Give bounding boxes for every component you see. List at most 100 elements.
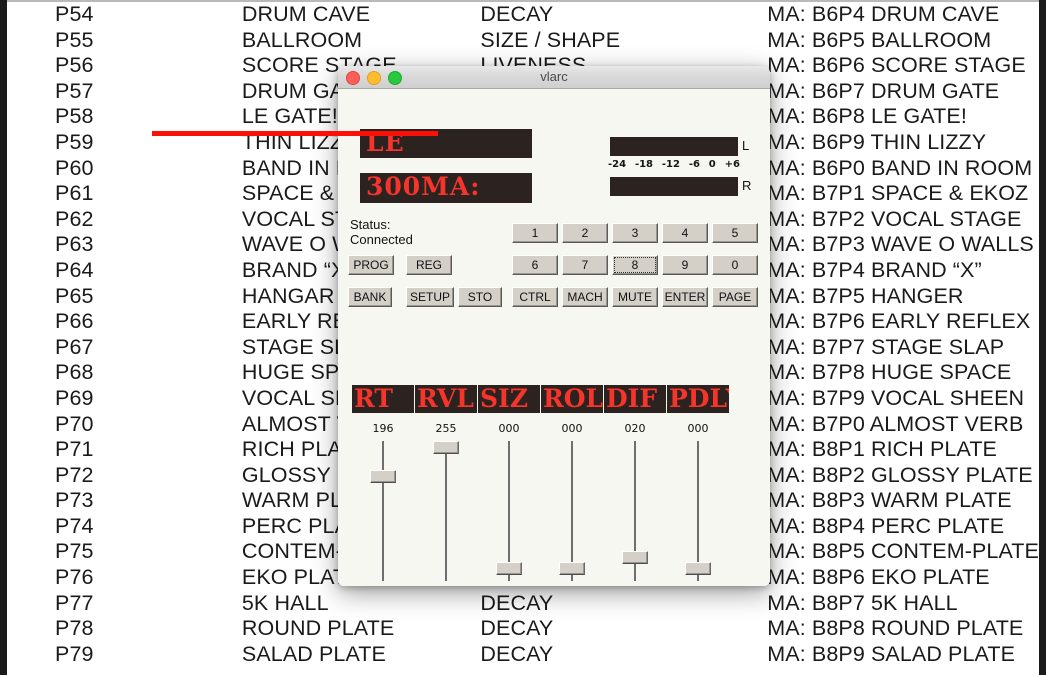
param-value-rvl: 255: [435, 422, 457, 435]
keypad-button-8[interactable]: 8: [612, 255, 658, 275]
mach-button[interactable]: MACH: [562, 287, 608, 307]
cell-preset: P74: [55, 513, 94, 538]
cell-address: MA: B6P6 SCORE STAGE: [767, 53, 1026, 78]
page-button[interactable]: PAGE: [712, 287, 758, 307]
cell-preset: P62: [55, 206, 94, 231]
reg-button[interactable]: REG: [406, 255, 452, 275]
meter-tick: -18: [634, 159, 654, 170]
param-value-dif: 020: [624, 422, 646, 435]
cell-parameter: DECAY: [480, 616, 554, 641]
cell-name: SALAD PLATE: [241, 641, 386, 666]
cell-address: MA: B8P9 SALAD PLATE: [767, 641, 1016, 666]
cell-address: MA: B7P0 ALMOST VERB: [767, 411, 1024, 436]
cell-preset: P61: [55, 181, 94, 206]
param-value-siz: 000: [498, 422, 520, 435]
slider-thumb-dif[interactable]: [622, 551, 648, 565]
setup-button[interactable]: SETUP: [406, 287, 454, 307]
cell-address: MA: B6P5 BALLROOM: [767, 27, 992, 52]
param-label-siz: SIZ: [478, 385, 540, 413]
document-left-edge: [0, 0, 7, 675]
keypad-button-5[interactable]: 5: [712, 223, 758, 243]
keypad-button-2[interactable]: 2: [562, 223, 608, 243]
cell-preset: P68: [55, 360, 94, 385]
meter-tick: +6: [724, 159, 740, 170]
red-underline-annotation: [152, 131, 438, 136]
meter-tick: -12: [661, 159, 680, 170]
connection-status: Status: Connected: [350, 217, 413, 247]
keypad-button-4[interactable]: 4: [662, 223, 708, 243]
keypad-button-7[interactable]: 7: [562, 255, 608, 275]
param-label-rt: RT: [352, 385, 414, 413]
slider-track-rt[interactable]: [382, 441, 384, 581]
window-title-bar[interactable]: vlarc: [338, 66, 770, 89]
keypad-button-3[interactable]: 3: [612, 223, 658, 243]
cell-address: MA: B6P7 DRUM GATE: [767, 78, 1000, 103]
keypad-button-6[interactable]: 6: [512, 255, 558, 275]
cell-preset: P64: [55, 257, 94, 282]
cell-address: MA: B7P8 HUGE SPACE: [767, 360, 1012, 385]
document-right-edge: [1039, 0, 1046, 675]
level-meter-right: [610, 177, 738, 196]
cell-address: MA: B6P8 LE GATE!: [767, 104, 967, 129]
enter-button[interactable]: ENTER: [662, 287, 708, 307]
cell-preset: P60: [55, 155, 94, 180]
keypad-button-1[interactable]: 1: [512, 223, 558, 243]
cell-address: MA: B7P3 WAVE O WALLS: [767, 232, 1034, 257]
cell-preset: P54: [55, 2, 94, 26]
slider-thumb-rol[interactable]: [559, 561, 585, 575]
cell-address: MA: B8P4 PERC PLATE: [767, 513, 1005, 538]
level-meter-scale: -24 -18 -12 -6 0 +6: [608, 159, 740, 170]
vlarc-window[interactable]: vlarc LE 300MA: L -24 -18 -12 -6 0 +6 R Statu…: [338, 66, 770, 586]
cell-address: MA: B8P3 WARM PLATE: [767, 488, 1012, 513]
cell-address: MA: B8P2 GLOSSY PLATE: [767, 462, 1033, 487]
slider-thumb-siz[interactable]: [496, 561, 522, 575]
cell-address: MA: B7P2 VOCAL STAGE: [767, 206, 1022, 231]
keypad-button-0[interactable]: 0: [712, 255, 758, 275]
slider-track-rvl[interactable]: [445, 441, 447, 581]
table-row: P54 DRUM CAVE DECAY MA: B6P4 DRUM CAVE: [7, 2, 1039, 28]
cell-preset: P72: [55, 462, 94, 487]
cell-address: MA: B7P5 HANGER: [767, 283, 964, 308]
cell-parameter: DECAY: [480, 641, 554, 666]
cell-preset: P58: [55, 104, 94, 129]
mute-button[interactable]: MUTE: [612, 287, 658, 307]
keypad-button-9[interactable]: 9: [662, 255, 708, 275]
slider-track-pdly[interactable]: [697, 441, 699, 581]
cell-address: MA: B7P6 EARLY REFLEX: [767, 309, 1031, 334]
slider-thumb-rvl[interactable]: [433, 441, 459, 454]
cell-preset: P71: [55, 437, 94, 462]
cell-preset: P70: [55, 411, 94, 436]
table-row: P78 ROUND PLATE DECAY MA: B8P8 ROUND PLATE: [7, 616, 1039, 642]
level-meter-right-label: R: [742, 178, 752, 193]
cell-name: 5K HALL: [241, 590, 329, 615]
sto-button[interactable]: STO: [458, 287, 502, 307]
ctrl-button[interactable]: CTRL: [512, 287, 558, 307]
param-label-rol: ROL: [541, 385, 603, 413]
cell-address: MA: B7P4 BRAND “X”: [767, 257, 982, 282]
cell-name: DRUM CAVE: [241, 2, 371, 26]
level-meter-left: [610, 137, 738, 156]
slider-thumb-rt[interactable]: [370, 470, 396, 484]
table-row: P79 SALAD PLATE DECAY MA: B8P9 SALAD PLATE: [7, 642, 1039, 668]
cell-address: MA: B8P8 ROUND PLATE: [767, 616, 1024, 641]
cell-address: MA: B8P6 EKO PLATE: [767, 565, 990, 590]
meter-tick: -24: [608, 159, 627, 170]
cell-address: MA: B8P5 CONTEM-PLATE: [767, 539, 1039, 564]
table-row: P55 BALLROOM SIZE / SHAPE MA: B6P5 BALLROOM: [7, 28, 1039, 54]
cell-preset: P73: [55, 488, 94, 513]
prog-button[interactable]: PROG: [348, 255, 394, 275]
slider-thumb-pdly[interactable]: [685, 561, 711, 575]
cell-preset: P76: [55, 565, 94, 590]
cell-address: MA: B6P9 THIN LIZZY: [767, 129, 987, 154]
cell-parameter: DECAY: [480, 2, 554, 26]
param-value-rt: 196: [372, 422, 394, 435]
cell-preset: P79: [55, 641, 94, 666]
cell-preset: P57: [55, 78, 94, 103]
slider-track-siz[interactable]: [508, 441, 510, 581]
slider-track-rol[interactable]: [571, 441, 573, 581]
param-value-rol: 000: [561, 422, 583, 435]
cell-address: MA: B6P4 DRUM CAVE: [767, 2, 1000, 26]
cell-address: MA: B6P0 BAND IN ROOM: [767, 155, 1033, 180]
cell-preset: P66: [55, 309, 94, 334]
bank-button[interactable]: BANK: [348, 287, 392, 307]
